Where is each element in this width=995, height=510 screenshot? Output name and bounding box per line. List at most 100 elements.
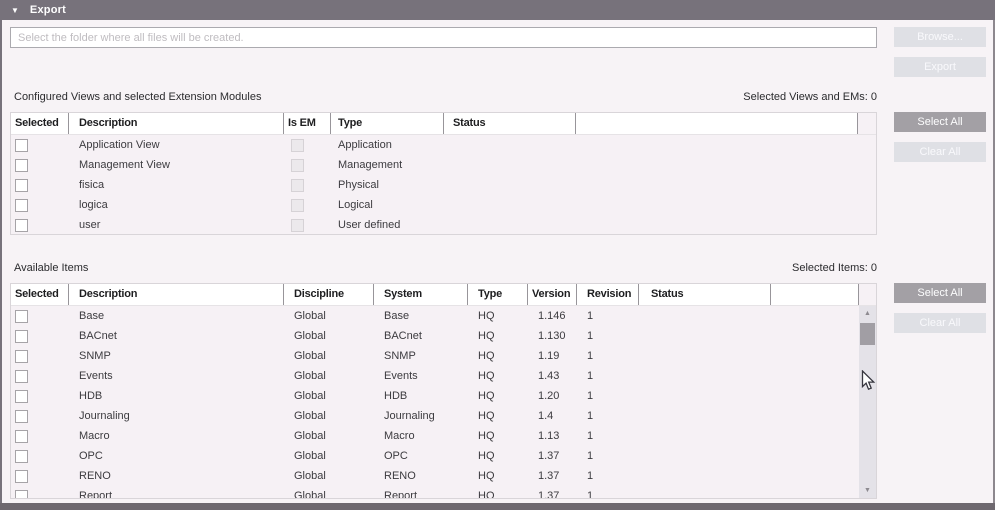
table-row[interactable]: RENO Global RENO HQ 1.37 1 [11,466,876,486]
table-row[interactable]: HDB Global HDB HQ 1.20 1 [11,386,876,406]
column-header-discipline[interactable]: Discipline [284,284,374,305]
column-header-filler [576,113,858,134]
table-row[interactable]: fisica Physical [11,175,876,195]
row-select-checkbox[interactable] [15,450,28,463]
row-version: 1.37 [528,470,577,482]
row-description: Base [69,310,284,322]
row-description: OPC [69,450,284,462]
column-header-description[interactable]: Description [69,113,284,134]
row-description: Application View [69,139,284,151]
table-row[interactable]: Application View Application [11,135,876,155]
column-header-is-em[interactable]: Is EM [284,113,331,134]
column-header-system[interactable]: System [374,284,468,305]
views-clear-all-button[interactable]: Clear All [894,142,986,162]
row-type: HQ [468,390,528,402]
row-description: Report [69,490,284,498]
row-select-checkbox[interactable] [15,199,28,212]
vertical-scrollbar[interactable]: ▲ ▼ [859,306,876,498]
row-select-checkbox[interactable] [15,219,28,232]
column-header-version[interactable]: Version [528,284,577,305]
table-row[interactable]: Base Global Base HQ 1.146 1 [11,306,876,326]
scrollbar-thumb[interactable] [860,323,875,345]
row-select-checkbox[interactable] [15,310,28,323]
row-description: Events [69,370,284,382]
export-button[interactable]: Export [894,57,986,77]
table-row[interactable]: SNMP Global SNMP HQ 1.19 1 [11,346,876,366]
table-row[interactable]: Journaling Global Journaling HQ 1.4 1 [11,406,876,426]
items-select-all-button[interactable]: Select All [894,283,986,303]
row-version: 1.19 [528,350,577,362]
row-revision: 1 [577,470,639,482]
column-header-status[interactable]: Status [444,113,576,134]
items-section-title: Available Items [14,262,88,274]
items-clear-all-button[interactable]: Clear All [894,313,986,333]
row-revision: 1 [577,330,639,342]
items-table-body: Base Global Base HQ 1.146 1 BACnet Globa… [11,306,876,498]
views-select-all-button[interactable]: Select All [894,112,986,132]
row-select-checkbox[interactable] [15,390,28,403]
column-header-type[interactable]: Type [331,113,444,134]
scroll-down-icon[interactable]: ▼ [859,483,876,498]
table-row[interactable]: Management View Management [11,155,876,175]
row-discipline: Global [284,310,374,322]
scroll-up-icon[interactable]: ▲ [859,306,876,321]
table-row[interactable]: OPC Global OPC HQ 1.37 1 [11,446,876,466]
column-header-revision[interactable]: Revision [577,284,639,305]
row-type: HQ [468,430,528,442]
header-stub [859,284,876,305]
row-type: HQ [468,450,528,462]
row-discipline: Global [284,370,374,382]
row-select-checkbox[interactable] [15,370,28,383]
browse-button[interactable]: Browse... [894,27,986,47]
column-header-selected[interactable]: Selected [11,113,69,134]
row-select-checkbox[interactable] [15,330,28,343]
row-description: fisica [69,179,284,191]
table-row[interactable]: logica Logical [11,195,876,215]
collapse-triangle-icon[interactable]: ▼ [11,6,19,15]
row-description: BACnet [69,330,284,342]
row-version: 1.37 [528,450,577,462]
is-em-checkbox [291,219,304,232]
row-version: 1.13 [528,430,577,442]
row-discipline: Global [284,430,374,442]
table-row[interactable]: Macro Global Macro HQ 1.13 1 [11,426,876,446]
is-em-checkbox [291,179,304,192]
items-selected-count: Selected Items: 0 [792,262,877,274]
column-header-description[interactable]: Description [69,284,284,305]
panel-border-left [0,20,2,510]
row-system: SNMP [374,350,468,362]
row-type: HQ [468,490,528,498]
row-version: 1.4 [528,410,577,422]
row-select-checkbox[interactable] [15,410,28,423]
row-select-checkbox[interactable] [15,179,28,192]
row-discipline: Global [284,410,374,422]
views-table: Selected Description Is EM Type Status A… [10,112,877,235]
table-row[interactable]: BACnet Global BACnet HQ 1.130 1 [11,326,876,346]
folder-path-input[interactable] [10,27,877,48]
row-select-checkbox[interactable] [15,159,28,172]
mouse-cursor-icon [861,370,876,392]
row-discipline: Global [284,350,374,362]
row-select-checkbox[interactable] [15,139,28,152]
row-select-checkbox[interactable] [15,470,28,483]
row-revision: 1 [577,450,639,462]
row-type: HQ [468,370,528,382]
row-version: 1.37 [528,490,577,498]
row-select-checkbox[interactable] [15,490,28,499]
row-select-checkbox[interactable] [15,350,28,363]
row-select-checkbox[interactable] [15,430,28,443]
views-table-body: Application View Application Management … [11,135,876,235]
export-panel-header[interactable]: ▼ Export [0,0,995,20]
column-header-status[interactable]: Status [639,284,771,305]
row-revision: 1 [577,390,639,402]
column-header-selected[interactable]: Selected [11,284,69,305]
row-system: Report [374,490,468,498]
row-type: Logical [331,199,444,211]
row-revision: 1 [577,370,639,382]
column-header-type[interactable]: Type [468,284,528,305]
table-row[interactable]: Report Global Report HQ 1.37 1 [11,486,876,498]
row-revision: 1 [577,350,639,362]
table-row[interactable]: Events Global Events HQ 1.43 1 [11,366,876,386]
table-row[interactable]: user User defined [11,215,876,235]
row-version: 1.146 [528,310,577,322]
